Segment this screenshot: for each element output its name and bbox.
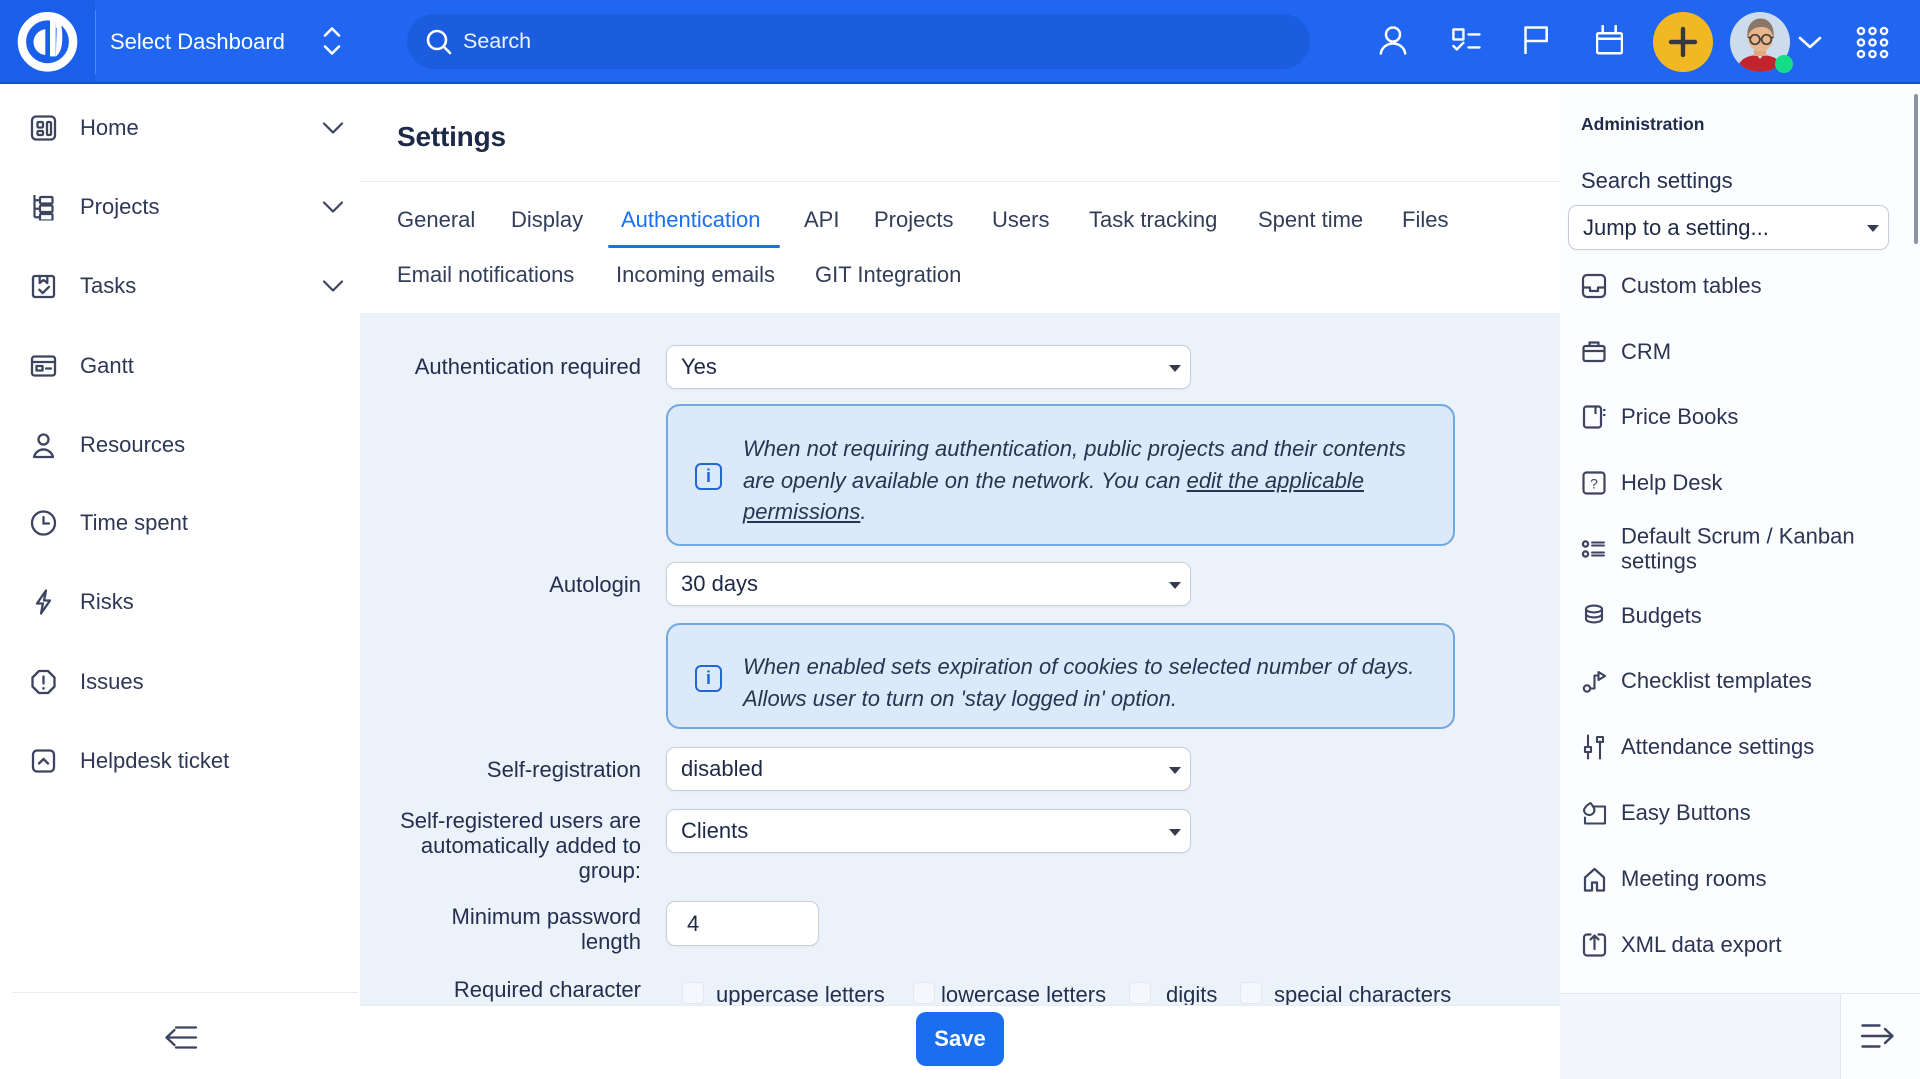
svg-text:?: ? [1590,476,1598,492]
